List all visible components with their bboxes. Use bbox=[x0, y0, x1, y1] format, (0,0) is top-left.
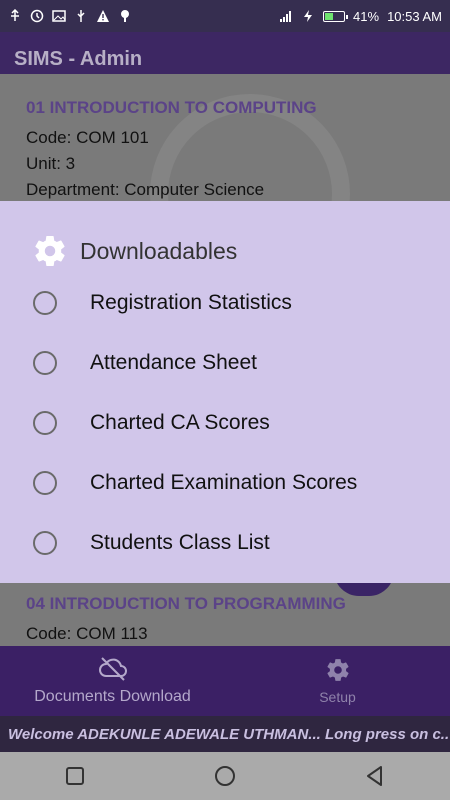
course-card[interactable]: 04 INTRODUCTION TO PROGRAMMING Code: COM… bbox=[0, 594, 372, 646]
course-code: Code: COM 113 bbox=[26, 624, 148, 643]
image-icon bbox=[52, 10, 66, 22]
option-label: Students Class List bbox=[90, 531, 270, 554]
option-students-class-list[interactable]: Students Class List bbox=[0, 513, 450, 573]
option-charted-ca-scores[interactable]: Charted CA Scores bbox=[0, 393, 450, 453]
app-title: SIMS - Admin bbox=[14, 48, 143, 70]
nav-setup[interactable]: Setup bbox=[225, 646, 450, 716]
option-label: Attendance Sheet bbox=[90, 351, 257, 374]
option-attendance-sheet[interactable]: Attendance Sheet bbox=[0, 333, 450, 393]
radio-button[interactable] bbox=[33, 471, 57, 495]
option-label: Charted Examination Scores bbox=[90, 471, 358, 494]
option-label: Registration Statistics bbox=[90, 291, 292, 314]
course-card[interactable]: 01 INTRODUCTION TO COMPUTING Code: COM 1… bbox=[0, 98, 343, 203]
circle-clock-icon bbox=[30, 9, 44, 23]
welcome-ticker: Welcome ADEKUNLE ADEWALE UTHMAN... Long … bbox=[0, 716, 450, 752]
dialog-header: Downloadables bbox=[0, 201, 450, 273]
cloud-off-icon bbox=[98, 657, 127, 681]
status-time: 10:53 AM bbox=[387, 8, 442, 24]
warning-icon bbox=[97, 10, 109, 22]
course-title: 04 INTRODUCTION TO PROGRAMMING bbox=[26, 594, 346, 613]
option-charted-examination-scores[interactable]: Charted Examination Scores bbox=[0, 453, 450, 513]
gear-icon bbox=[35, 236, 65, 267]
battery-icon bbox=[323, 10, 349, 22]
course-department: Department: Computer Science bbox=[26, 180, 265, 199]
tree-icon bbox=[121, 10, 129, 22]
nav-documents-download[interactable]: Documents Download bbox=[0, 646, 225, 716]
nav-label: Documents Download bbox=[34, 688, 191, 705]
dialog-title: Downloadables bbox=[80, 237, 238, 264]
signal-icon bbox=[280, 11, 292, 22]
nav-label: Setup bbox=[319, 689, 356, 705]
course-title: 01 INTRODUCTION TO COMPUTING bbox=[26, 98, 317, 117]
usb-icon bbox=[77, 10, 85, 22]
radio-button[interactable] bbox=[33, 351, 57, 375]
usb-icon bbox=[11, 9, 19, 21]
course-code: Code: COM 101 bbox=[26, 128, 149, 147]
downloadables-dialog: Downloadables Registration Statistics At… bbox=[0, 201, 450, 583]
back-icon[interactable] bbox=[364, 765, 386, 787]
home-icon[interactable] bbox=[214, 765, 236, 787]
radio-button[interactable] bbox=[33, 411, 57, 435]
system-navigation-bar bbox=[0, 752, 450, 800]
recent-apps-icon[interactable] bbox=[64, 765, 86, 787]
charge-icon bbox=[304, 10, 313, 22]
ticker-text: Welcome ADEKUNLE ADEWALE UTHMAN... Long … bbox=[8, 726, 450, 743]
course-unit: Unit: 3 bbox=[26, 154, 76, 173]
gear-icon bbox=[326, 659, 349, 681]
option-label: Charted CA Scores bbox=[90, 411, 270, 434]
bottom-navigation: Documents Download Setup bbox=[0, 646, 450, 716]
app-bar: SIMS - Admin bbox=[0, 32, 450, 74]
radio-button[interactable] bbox=[33, 291, 57, 315]
battery-percent: 41% bbox=[353, 8, 380, 24]
status-bar: 41% 10:53 AM bbox=[0, 0, 450, 32]
radio-button[interactable] bbox=[33, 531, 57, 555]
option-registration-statistics[interactable]: Registration Statistics bbox=[0, 273, 450, 333]
